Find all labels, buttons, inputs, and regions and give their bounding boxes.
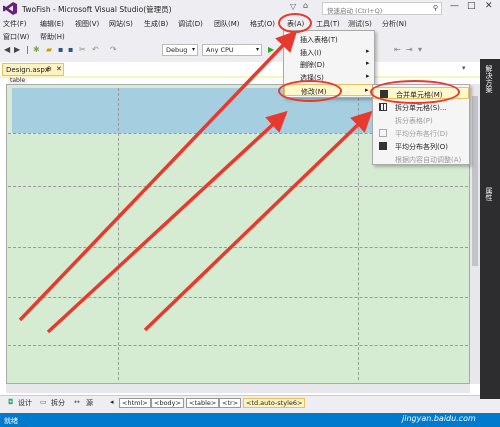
arrow-to-merge — [143, 110, 373, 332]
annotation-arrows — [18, 30, 373, 334]
arrow-to-table-menu — [18, 30, 298, 322]
arrow-to-modify — [46, 110, 288, 334]
